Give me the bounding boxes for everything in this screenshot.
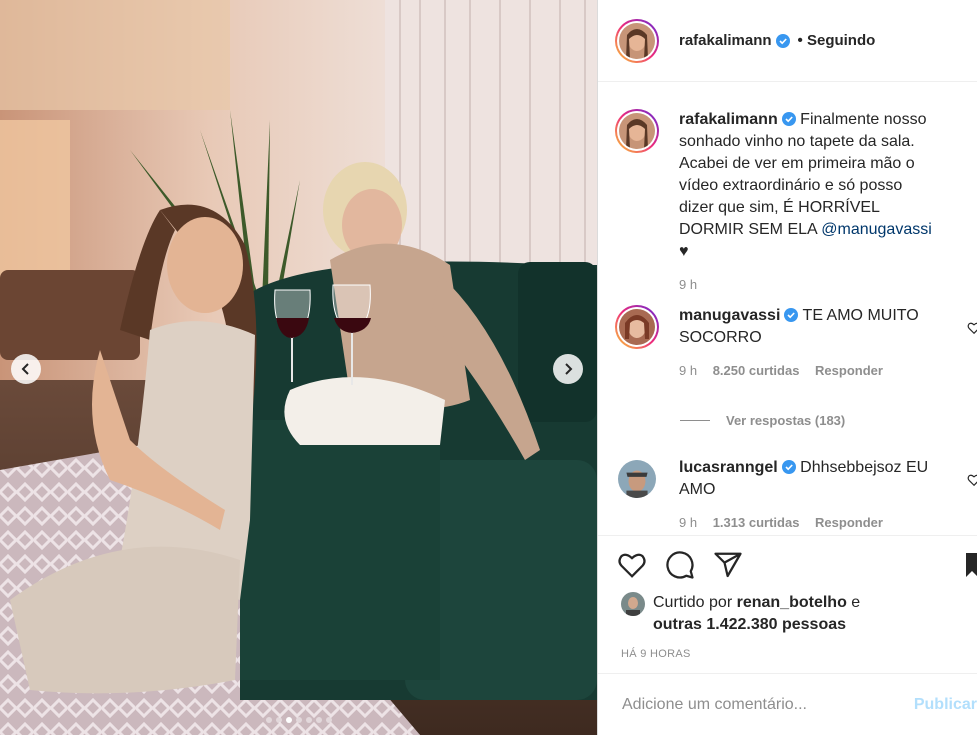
heart-icon[interactable] bbox=[967, 473, 977, 487]
profile-picture bbox=[619, 22, 655, 59]
reply-button[interactable]: Responder bbox=[815, 515, 883, 530]
commenter-avatar[interactable] bbox=[615, 305, 659, 349]
carousel-indicator bbox=[0, 717, 597, 723]
profile-picture bbox=[618, 460, 656, 498]
replies-divider bbox=[680, 420, 710, 421]
comment-time[interactable]: 9 h bbox=[679, 515, 697, 530]
comments-list[interactable]: rafakalimann Finalmente nosso sonhado vi… bbox=[598, 83, 977, 534]
liker-avatar[interactable] bbox=[621, 592, 645, 616]
carousel-dot bbox=[325, 717, 332, 723]
commenter-username[interactable]: lucasranngel bbox=[679, 459, 778, 476]
caption-time[interactable]: 9 h bbox=[679, 277, 697, 292]
likes-joiner: e bbox=[851, 594, 861, 611]
post-image bbox=[0, 0, 597, 735]
profile-picture bbox=[619, 309, 655, 345]
likes-prefix: Curtido por bbox=[653, 594, 733, 611]
heart-icon[interactable] bbox=[967, 321, 977, 335]
share-icon[interactable] bbox=[713, 550, 743, 580]
comment-input[interactable] bbox=[620, 694, 924, 715]
previous-photo-button[interactable] bbox=[11, 354, 41, 384]
carousel-dot bbox=[295, 717, 302, 723]
follow-status[interactable]: • Seguindo bbox=[798, 32, 876, 49]
view-replies-button[interactable]: Ver respostas (183) bbox=[680, 413, 845, 428]
verified-badge-icon bbox=[781, 460, 796, 474]
post-actions: Curtido por renan_botelho e outras 1.422… bbox=[598, 535, 977, 674]
mention-link[interactable]: @manugavassi bbox=[821, 221, 932, 238]
view-replies-label: Ver respostas (183) bbox=[726, 413, 846, 428]
add-comment-form: Publicar bbox=[598, 673, 977, 735]
carousel-dot bbox=[285, 717, 292, 723]
profile-picture bbox=[619, 113, 655, 149]
next-photo-button[interactable] bbox=[553, 354, 583, 384]
chevron-right-icon bbox=[565, 363, 573, 375]
carousel-dot bbox=[265, 717, 272, 723]
comment-likes[interactable]: 1.313 curtidas bbox=[713, 515, 800, 530]
likes-summary: Curtido por renan_botelho e outras 1.422… bbox=[598, 580, 977, 636]
publish-button[interactable]: Publicar bbox=[914, 696, 977, 714]
post-header: rafakalimann • Seguindo bbox=[598, 0, 977, 82]
author-username[interactable]: rafakalimann bbox=[679, 32, 772, 49]
carousel-dot bbox=[305, 717, 312, 723]
verified-badge-icon bbox=[784, 308, 799, 322]
post-details-panel: rafakalimann • Seguindo rafakalimann Fin… bbox=[597, 0, 977, 735]
heart-emoji: ♥ bbox=[679, 243, 689, 260]
verified-badge-icon bbox=[775, 33, 790, 48]
post-timestamp[interactable]: HÁ 9 HORAS bbox=[598, 636, 977, 660]
post-photo[interactable] bbox=[0, 0, 597, 735]
carousel-dot bbox=[275, 717, 282, 723]
chevron-left-icon bbox=[21, 363, 29, 375]
post-caption: rafakalimann Finalmente nosso sonhado vi… bbox=[615, 109, 977, 292]
verified-badge-icon bbox=[781, 112, 796, 126]
comment-item: manugavassi TE AMO MUITO SOCORRO 9 h 8.2… bbox=[615, 305, 977, 378]
author-avatar[interactable] bbox=[615, 18, 659, 63]
commenter-avatar[interactable] bbox=[615, 457, 659, 501]
reply-button[interactable]: Responder bbox=[815, 363, 883, 378]
bookmark-icon[interactable] bbox=[963, 550, 977, 580]
carousel-dot bbox=[315, 717, 322, 723]
profile-picture bbox=[621, 592, 645, 616]
comment-item: lucasranngel Dhhsebbejsoz EU AMO 9 h 1.3… bbox=[615, 457, 977, 530]
liker-username[interactable]: renan_botelho bbox=[737, 594, 847, 611]
comment-icon[interactable] bbox=[665, 550, 695, 580]
comment-likes[interactable]: 8.250 curtidas bbox=[713, 363, 800, 378]
comment-time[interactable]: 9 h bbox=[679, 363, 697, 378]
likes-others-link[interactable]: outras 1.422.380 pessoas bbox=[653, 616, 846, 633]
caption-text: Finalmente nosso sonhado vinho no tapete… bbox=[679, 111, 927, 238]
heart-icon[interactable] bbox=[617, 550, 647, 580]
caption-avatar[interactable] bbox=[615, 109, 659, 153]
caption-username[interactable]: rafakalimann bbox=[679, 111, 778, 128]
commenter-username[interactable]: manugavassi bbox=[679, 307, 780, 324]
